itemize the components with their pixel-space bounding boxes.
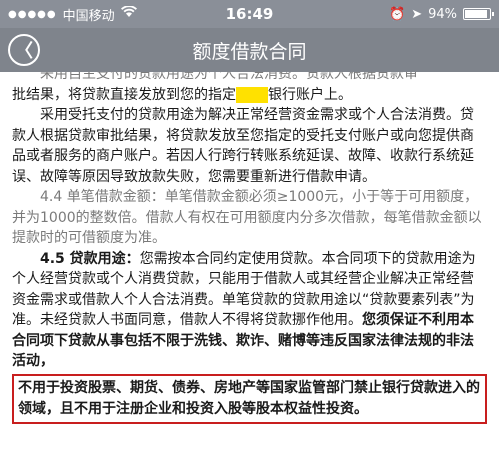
wifi-icon — [120, 5, 137, 22]
paragraph-self-pay-text: 批结果，将贷款直接发放到您的指定 — [12, 86, 236, 103]
paragraph-loan-purpose: 4.5 贷款用途：您需按本合同约定使用贷款。本合同项下的贷款用途为个人经营贷款或… — [12, 249, 487, 372]
page-title: 额度借款合同 — [192, 40, 307, 63]
paragraph-self-pay-cut: 采用自主支付的贷款用途为个人合法消费。贷款人根据贷款审 — [40, 72, 418, 82]
status-bar: ●●●●● 中国移动 16:49 ⏰ ➤ 94% — [0, 0, 499, 28]
redacted-bank-name: ____ — [236, 86, 268, 103]
back-button[interactable]: 〈 — [8, 34, 40, 66]
highlighted-restriction-box: 不用于投资股票、期货、债券、房地产等国家监管部门禁止银行贷款进入的领域，且不用于… — [12, 373, 487, 424]
alarm-icon: ⏰ — [389, 6, 406, 22]
paragraph-self-pay: 批结果，将贷款直接发放到您的指定____银行账户上。 — [12, 85, 487, 106]
battery-icon — [463, 8, 494, 20]
status-left: ●●●●● 中国移动 — [8, 5, 137, 24]
contract-content[interactable]: 采用自主支付的贷款用途为个人合法消费。贷款人根据贷款审 批结果，将贷款直接发放到… — [0, 72, 499, 457]
carrier-label: 中国移动 — [62, 8, 115, 24]
paragraph-single-loan-amount: 4.4 单笔借款金额：单笔借款金额必须≥1000元，小于等于可用额度，并为100… — [12, 189, 482, 246]
paragraph-entrusted-pay: 采用受托支付的贷款用途为解决正常经营资金需求或个人合法消费。贷款人根据贷款审批结… — [12, 107, 474, 185]
status-right: ⏰ ➤ 94% — [389, 6, 494, 22]
status-time: 16:49 — [225, 5, 274, 23]
location-icon: ➤ — [411, 6, 423, 22]
battery-percent: 94% — [428, 6, 457, 22]
signal-icon: ●●●●● — [8, 8, 57, 20]
chevron-left-icon: 〈 — [15, 41, 33, 62]
battery-fill — [465, 10, 488, 18]
nav-bar: 〈 额度借款合同 — [0, 28, 499, 72]
paragraph-self-pay-end: 银行账户上。 — [268, 86, 352, 103]
loan-purpose-label: 4.5 贷款用途： — [40, 250, 140, 267]
